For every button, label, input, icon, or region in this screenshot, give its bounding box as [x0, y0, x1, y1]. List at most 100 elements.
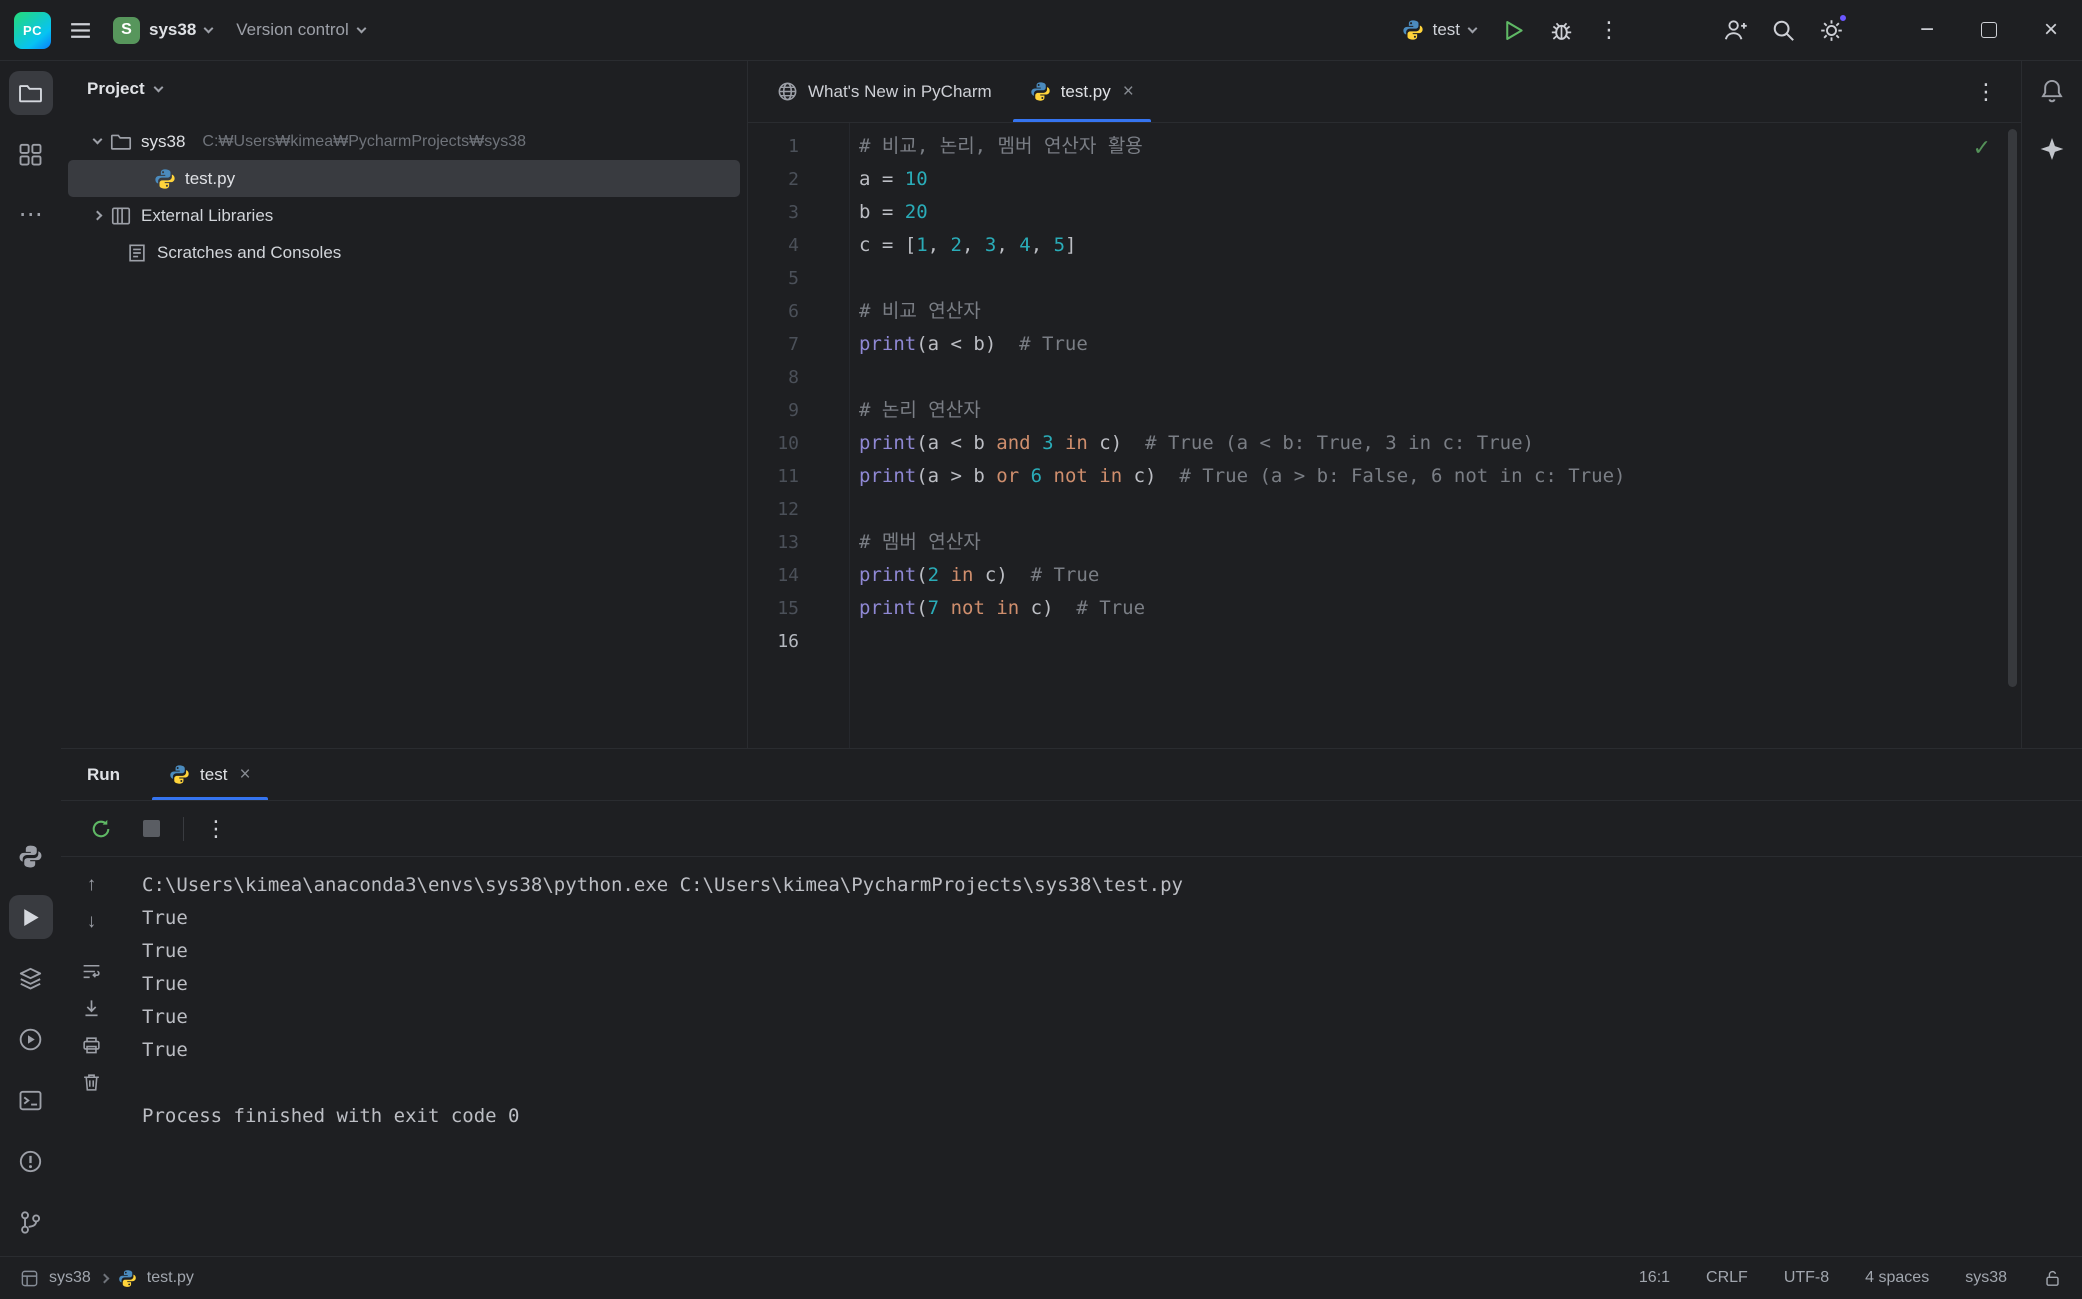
code-line[interactable]: [859, 262, 2021, 295]
code-line[interactable]: print(a > b or 6 not in c) # True (a > b…: [859, 460, 2021, 493]
run-tab-test[interactable]: test ×: [150, 749, 270, 800]
notifications-button[interactable]: [2030, 69, 2074, 113]
code-line[interactable]: print(a < b) # True: [859, 328, 2021, 361]
python-file-icon: [169, 764, 190, 785]
tool-terminal-button[interactable]: [9, 1078, 53, 1122]
tab-close-icon[interactable]: ×: [1123, 81, 1134, 103]
code-line[interactable]: b = 20: [859, 196, 2021, 229]
code-lines[interactable]: # 비교, 논리, 멤버 연산자 활용a = 10b = 20c = [1, 2…: [850, 123, 2021, 748]
chevron-right-icon[interactable]: [93, 211, 103, 221]
run-configuration-selector[interactable]: test: [1392, 9, 1486, 51]
rerun-button[interactable]: [83, 811, 119, 847]
run-more-actions-button[interactable]: ⋮: [1588, 9, 1630, 51]
line-number[interactable]: 5: [748, 262, 799, 295]
maximize-button[interactable]: [1958, 0, 2020, 60]
line-number[interactable]: 15: [748, 592, 799, 625]
code-line[interactable]: # 비교 연산자: [859, 295, 2021, 328]
project-panel-header[interactable]: Project: [61, 61, 747, 117]
tree-item-scratches[interactable]: Scratches and Consoles: [68, 234, 740, 271]
print-button[interactable]: [80, 1033, 104, 1057]
code-line[interactable]: print(a < b and 3 in c) # True (a < b: T…: [859, 427, 2021, 460]
tool-run-button[interactable]: [9, 895, 53, 939]
editor-options-button[interactable]: ⋮: [1951, 61, 2021, 122]
breadcrumb-file[interactable]: test.py: [147, 1269, 194, 1287]
vcs-widget[interactable]: Version control: [224, 9, 376, 51]
status-item[interactable]: 16:1: [1639, 1269, 1670, 1287]
line-number[interactable]: 1: [748, 130, 799, 163]
ai-assistant-button[interactable]: [2030, 127, 2074, 171]
code-line[interactable]: # 비교, 논리, 멤버 연산자 활용: [859, 130, 2021, 163]
code-line[interactable]: [859, 493, 2021, 526]
code-token: # True: [1076, 597, 1145, 619]
tab-whats-new[interactable]: What's New in PyCharm: [758, 61, 1011, 122]
editor-tab-bar: What's New in PyCharm test.py × ⋮: [748, 61, 2021, 123]
line-number[interactable]: 6: [748, 295, 799, 328]
tool-more-button[interactable]: ⋯: [9, 193, 53, 237]
minimize-button[interactable]: −: [1896, 0, 1958, 60]
search-everywhere-button[interactable]: [1762, 9, 1804, 51]
tool-project-button[interactable]: [9, 71, 53, 115]
code-with-me-button[interactable]: [1714, 9, 1756, 51]
tree-item-project-root[interactable]: sys38 C:₩Users₩kimea₩PycharmProjects₩sys…: [68, 123, 740, 160]
tree-item-test-py[interactable]: test.py: [68, 160, 740, 197]
lock-open-icon[interactable]: [2043, 1269, 2062, 1288]
line-number[interactable]: 13: [748, 526, 799, 559]
stop-button[interactable]: [133, 811, 169, 847]
code-line[interactable]: a = 10: [859, 163, 2021, 196]
run-tab-close-icon[interactable]: ×: [239, 764, 250, 786]
soft-wrap-button[interactable]: [80, 959, 104, 983]
code-line[interactable]: # 멤버 연산자: [859, 526, 2021, 559]
line-number[interactable]: 10: [748, 427, 799, 460]
prev-occurrence-button[interactable]: ↑: [80, 873, 104, 897]
run-button[interactable]: [1492, 9, 1534, 51]
tree-item-external-libraries[interactable]: External Libraries: [68, 197, 740, 234]
tab-test-py[interactable]: test.py ×: [1011, 61, 1153, 122]
clear-all-button[interactable]: [80, 1070, 104, 1094]
tool-services-button[interactable]: [9, 956, 53, 1000]
code-token: 3: [1042, 432, 1053, 454]
code-line[interactable]: [859, 625, 2021, 658]
line-number[interactable]: 16: [748, 625, 799, 658]
line-number[interactable]: 11: [748, 460, 799, 493]
tool-structure-button[interactable]: [9, 132, 53, 176]
scroll-to-end-button[interactable]: [80, 996, 104, 1020]
close-button[interactable]: ×: [2020, 0, 2082, 60]
line-number[interactable]: 14: [748, 559, 799, 592]
line-number[interactable]: 8: [748, 361, 799, 394]
status-item[interactable]: CRLF: [1706, 1269, 1748, 1287]
code-line[interactable]: # 논리 연산자: [859, 394, 2021, 427]
project-widget[interactable]: S sys38: [101, 9, 224, 51]
console-output[interactable]: C:\Users\kimea\anaconda3\envs\sys38\pyth…: [122, 857, 2082, 1256]
inspection-check-icon[interactable]: ✓: [1973, 135, 1991, 161]
status-item[interactable]: sys38: [1965, 1269, 2007, 1287]
code-line[interactable]: print(2 in c) # True: [859, 559, 2021, 592]
chevron-down-icon: [153, 82, 163, 92]
next-occurrence-button[interactable]: ↓: [80, 910, 104, 934]
editor-scrollbar[interactable]: [2008, 129, 2017, 687]
tool-execution-button[interactable]: [9, 1017, 53, 1061]
line-number[interactable]: 4: [748, 229, 799, 262]
chevron-down-icon[interactable]: [93, 135, 103, 145]
debug-button[interactable]: [1540, 9, 1582, 51]
settings-button[interactable]: [1810, 9, 1852, 51]
run-options-button[interactable]: ⋮: [198, 811, 234, 847]
breadcrumb-project[interactable]: sys38: [49, 1269, 91, 1287]
code-line[interactable]: c = [1, 2, 3, 4, 5]: [859, 229, 2021, 262]
tool-problems-button[interactable]: [9, 1139, 53, 1183]
status-item[interactable]: UTF-8: [1784, 1269, 1829, 1287]
status-item[interactable]: 4 spaces: [1865, 1269, 1929, 1287]
code-token: in: [1065, 432, 1088, 454]
line-number[interactable]: 7: [748, 328, 799, 361]
line-number[interactable]: 9: [748, 394, 799, 427]
line-number[interactable]: 12: [748, 493, 799, 526]
code-token: c = [: [859, 234, 916, 256]
line-number[interactable]: 3: [748, 196, 799, 229]
main-menu-button[interactable]: [59, 9, 101, 51]
tool-python-console-button[interactable]: [9, 834, 53, 878]
line-number[interactable]: 2: [748, 163, 799, 196]
tool-version-control-button[interactable]: [9, 1200, 53, 1244]
pycharm-window: PC S sys38 Version control test ⋮: [0, 0, 2082, 1299]
code-token: 5: [1054, 234, 1065, 256]
code-line[interactable]: print(7 not in c) # True: [859, 592, 2021, 625]
code-line[interactable]: [859, 361, 2021, 394]
